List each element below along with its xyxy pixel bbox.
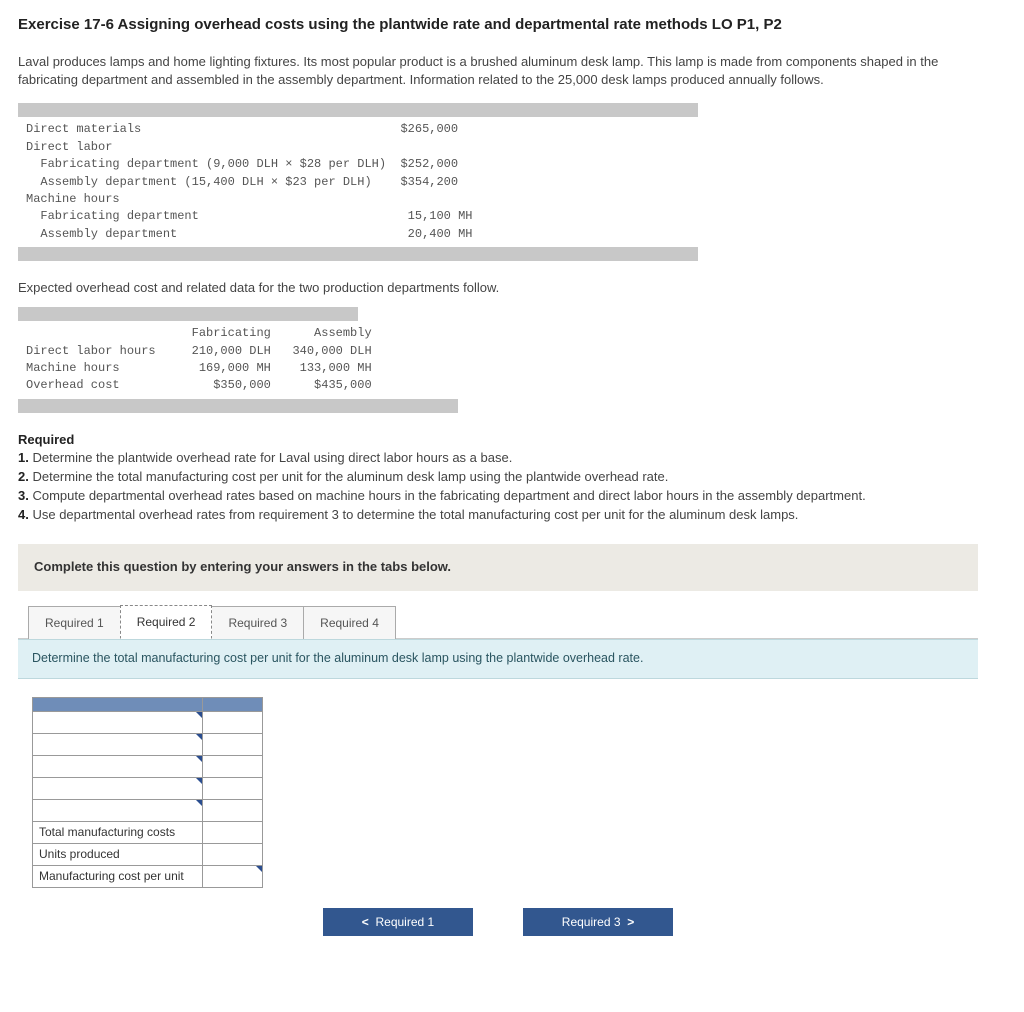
- chevron-right-icon: >: [627, 915, 634, 929]
- cost-data-block: Direct materials $265,000 Direct labor F…: [18, 103, 698, 261]
- entry-input-cell[interactable]: [33, 733, 203, 755]
- entry-input-cell[interactable]: [203, 711, 263, 733]
- entry-input-cell[interactable]: [33, 799, 203, 821]
- divider: [18, 399, 458, 413]
- prev-button[interactable]: < Required 1: [323, 908, 473, 936]
- next-button[interactable]: Required 3 >: [523, 908, 673, 936]
- dropdown-icon: [196, 756, 202, 762]
- next-label: Required 3: [562, 915, 621, 929]
- tab-bar: Required 1 Required 2 Required 3 Require…: [18, 591, 978, 640]
- dropdown-icon: [196, 778, 202, 784]
- entry-input-cell[interactable]: [203, 865, 263, 887]
- tab-required-4[interactable]: Required 4: [303, 606, 396, 640]
- required-header: Required: [18, 431, 1006, 449]
- dropdown-icon: [196, 800, 202, 806]
- entry-input-cell[interactable]: [203, 733, 263, 755]
- dept-data-block: Fabricating Assembly Direct labor hours …: [18, 307, 458, 413]
- entry-input-cell[interactable]: [203, 755, 263, 777]
- table-header-cell: [33, 697, 203, 711]
- divider: [18, 307, 358, 321]
- entry-input-cell[interactable]: [33, 755, 203, 777]
- required-item: Compute departmental overhead rates base…: [32, 488, 865, 503]
- divider: [18, 247, 698, 261]
- total-row-label: Total manufacturing costs: [33, 821, 203, 843]
- entry-input-cell[interactable]: [203, 799, 263, 821]
- divider: [18, 103, 698, 117]
- entry-input-cell[interactable]: [33, 777, 203, 799]
- entry-input-cell[interactable]: [203, 843, 263, 865]
- tab-required-2[interactable]: Required 2: [120, 605, 213, 640]
- entry-input-cell[interactable]: [33, 711, 203, 733]
- answer-box: Complete this question by entering your …: [18, 544, 978, 947]
- entry-table: Total manufacturing costs Units produced…: [32, 697, 263, 888]
- cost-per-unit-label: Manufacturing cost per unit: [33, 865, 203, 887]
- tab-required-1[interactable]: Required 1: [28, 606, 121, 640]
- entry-input-cell[interactable]: [203, 821, 263, 843]
- tab-required-3[interactable]: Required 3: [211, 606, 304, 640]
- tab-prompt: Determine the total manufacturing cost p…: [18, 639, 978, 679]
- section-text: Expected overhead cost and related data …: [18, 279, 1006, 297]
- answer-instruction: Complete this question by entering your …: [18, 544, 978, 590]
- required-list: 1. Determine the plantwide overhead rate…: [18, 449, 978, 524]
- dropdown-icon: [256, 866, 262, 872]
- required-item: Determine the total manufacturing cost p…: [32, 469, 668, 484]
- prev-label: Required 1: [375, 915, 434, 929]
- table-header-cell: [203, 697, 263, 711]
- entry-input-cell[interactable]: [203, 777, 263, 799]
- chevron-left-icon: <: [362, 915, 369, 929]
- cost-data-text: Direct materials $265,000 Direct labor F…: [18, 119, 698, 245]
- nav-row: < Required 1 Required 3 >: [18, 902, 978, 948]
- required-item: Determine the plantwide overhead rate fo…: [32, 450, 512, 465]
- required-item: Use departmental overhead rates from req…: [32, 507, 798, 522]
- dropdown-icon: [196, 734, 202, 740]
- intro-paragraph: Laval produces lamps and home lighting f…: [18, 53, 978, 89]
- exercise-title: Exercise 17-6 Assigning overhead costs u…: [18, 14, 1006, 35]
- dept-data-text: Fabricating Assembly Direct labor hours …: [18, 323, 458, 397]
- dropdown-icon: [196, 712, 202, 718]
- units-row-label: Units produced: [33, 843, 203, 865]
